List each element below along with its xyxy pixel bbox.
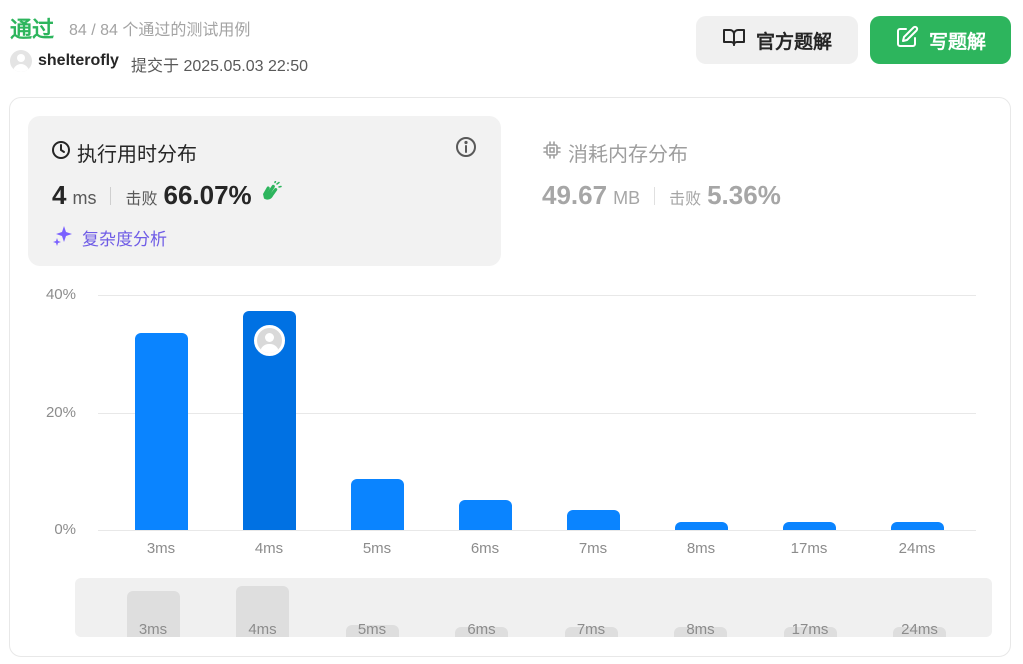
chart-gridline xyxy=(98,412,976,414)
memory-metrics: 49.67 MB 击败 5.36% xyxy=(542,180,781,211)
edit-icon xyxy=(895,25,919,55)
info-icon[interactable] xyxy=(455,136,477,163)
metric-divider xyxy=(654,186,656,205)
navigator-tick-label: 6ms xyxy=(467,621,496,637)
test-cases-passed: 84 / 84 个通过的测试用例 xyxy=(69,22,251,39)
chip-icon xyxy=(542,140,562,166)
navigator-tick-label: 4ms xyxy=(248,621,277,637)
my-submission-avatar xyxy=(253,325,285,357)
navigator-tick-label: 24ms xyxy=(901,621,938,637)
navigator-tick-label: 7ms xyxy=(576,621,606,637)
complexity-analysis-link[interactable]: 复杂度分析 xyxy=(52,224,167,251)
chart-bar-8ms[interactable] xyxy=(674,522,728,530)
navigator-tick-label: 17ms xyxy=(791,621,829,637)
runtime-distribution-chart: 0% 20% 40% 3ms 4ms 5ms 6ms 7ms 8ms 17ms 24ms xyxy=(0,270,1023,570)
metric-divider xyxy=(110,186,112,205)
write-solution-label: 写题解 xyxy=(928,31,986,53)
memory-title-label: 消耗内存分布 xyxy=(568,144,688,166)
runtime-beats-value: 66.07% xyxy=(163,180,252,210)
write-solution-button[interactable]: 写题解 xyxy=(870,16,1011,64)
chart-bar-4ms[interactable] xyxy=(242,311,296,530)
chart-bar-5ms[interactable] xyxy=(350,479,404,530)
x-tick-label: 4ms xyxy=(254,540,284,557)
navigator-tick-label: 8ms xyxy=(686,621,715,637)
chart-range-navigator[interactable]: 3ms 4ms 5ms 6ms 7ms 8ms 17ms 24ms xyxy=(75,578,992,637)
clock-icon xyxy=(51,140,71,166)
x-tick-label: 8ms xyxy=(686,540,716,557)
x-tick-label: 3ms xyxy=(146,540,176,557)
runtime-title-label: 执行用时分布 xyxy=(77,144,197,166)
submission-header: 通过 84 / 84 个通过的测试用例 shelterofly 提交于 2025… xyxy=(0,0,1023,96)
memory-panel[interactable]: 消耗内存分布 49.67 MB 击败 5.36% xyxy=(520,116,1000,266)
memory-beats-label: 击败 xyxy=(669,191,702,208)
runtime-metrics: 4 ms 击败 66.07% xyxy=(52,180,282,211)
submission-time: 提交于 2025.05.03 22:50 xyxy=(131,58,309,75)
username-link[interactable]: shelterofly xyxy=(38,52,119,70)
x-tick-label: 17ms xyxy=(790,540,828,557)
runtime-beats-label: 击败 xyxy=(125,191,158,208)
memory-value: 49.67 xyxy=(542,180,608,210)
y-tick-label: 40% xyxy=(45,286,76,303)
chart-bar-6ms[interactable] xyxy=(458,500,512,530)
y-tick-label: 20% xyxy=(45,403,76,421)
complexity-label: 复杂度分析 xyxy=(82,230,167,249)
chart-bar-24ms[interactable] xyxy=(890,522,944,530)
sparkle-icon xyxy=(52,224,74,251)
chart-bar-7ms[interactable] xyxy=(566,510,620,530)
memory-unit: MB xyxy=(613,188,641,208)
runtime-panel[interactable]: 执行用时分布 4 ms 击败 66.07% 复杂度分析 xyxy=(28,116,501,266)
runtime-title: 执行用时分布 xyxy=(51,138,197,167)
chart-bar-17ms[interactable] xyxy=(782,522,836,530)
navigator-tick-label: 5ms xyxy=(357,621,387,637)
runtime-unit: ms xyxy=(72,188,97,208)
navigator-tick-label: 3ms xyxy=(138,621,168,637)
memory-title: 消耗内存分布 xyxy=(542,138,688,167)
x-tick-label: 5ms xyxy=(362,540,392,557)
clap-icon xyxy=(258,180,282,210)
submission-status: 通过 xyxy=(10,17,55,42)
memory-beats-value: 5.36% xyxy=(707,180,781,210)
runtime-value: 4 xyxy=(52,180,67,210)
official-solution-label: 官方题解 xyxy=(755,31,832,53)
chart-gridline xyxy=(98,295,976,296)
chart-gridline xyxy=(98,530,976,531)
official-solution-button[interactable]: 官方题解 xyxy=(696,16,858,64)
user-avatar[interactable] xyxy=(10,50,32,72)
x-tick-label: 6ms xyxy=(470,540,500,557)
y-tick-label: 0% xyxy=(54,521,76,538)
book-open-icon xyxy=(722,25,746,55)
x-tick-label: 7ms xyxy=(578,540,608,557)
x-tick-label: 24ms xyxy=(898,540,936,557)
chart-bar-3ms[interactable] xyxy=(134,332,188,530)
